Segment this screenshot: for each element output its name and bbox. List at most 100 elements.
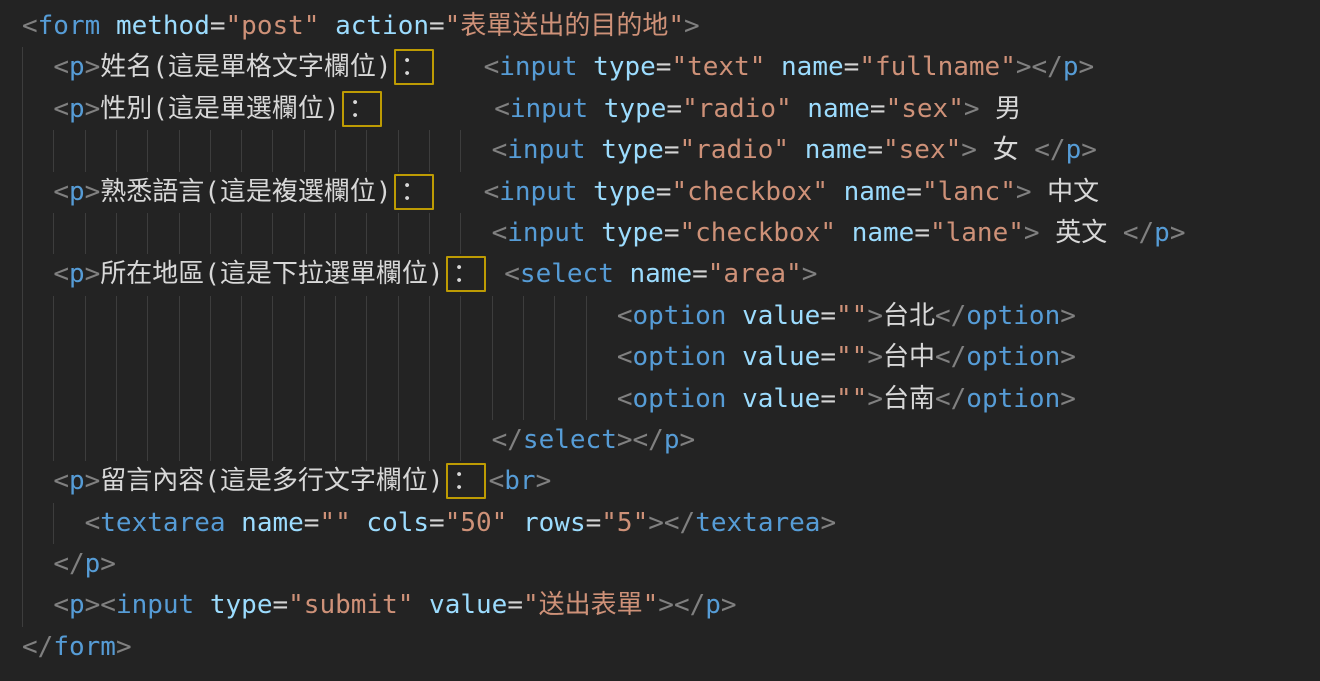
tag-punctuation-token: > — [867, 301, 883, 331]
indent-guide — [272, 337, 273, 378]
attribute-value-token: "" — [319, 508, 350, 538]
tag-punctuation-token: < — [492, 135, 508, 165]
text-token — [437, 177, 484, 207]
text-token: 台北 — [883, 301, 935, 331]
attribute-name-token: type — [601, 218, 664, 248]
equals-token: = — [666, 94, 682, 124]
indent-guide — [22, 47, 23, 88]
tag-punctuation-token: > — [684, 11, 700, 41]
attribute-name-token: value — [742, 384, 820, 414]
attribute-name-token: method — [116, 11, 210, 41]
attribute-value-token: "area" — [708, 259, 802, 289]
tag-punctuation-token: > — [1024, 218, 1040, 248]
attribute-name-token: name — [630, 259, 693, 289]
text-token — [578, 177, 594, 207]
attribute-value-token: "radio" — [679, 135, 789, 165]
text-token — [319, 11, 335, 41]
equals-token: = — [210, 11, 226, 41]
indent-guide — [147, 130, 148, 171]
tag-punctuation-token: </ — [935, 301, 966, 331]
equals-token: = — [914, 218, 930, 248]
indent-guide — [241, 379, 242, 420]
tag-punctuation-token: > — [1016, 177, 1032, 207]
text-token: 性別(這是單選欄位) — [100, 94, 339, 124]
tag-punctuation-token: < — [484, 177, 500, 207]
indentation — [22, 135, 492, 165]
indentation — [22, 94, 53, 124]
attribute-value-token: "50" — [445, 508, 508, 538]
text-token — [385, 94, 495, 124]
text-token: 台中 — [883, 342, 935, 372]
tag-punctuation-token: < — [53, 259, 69, 289]
attribute-value-token: "submit" — [288, 590, 413, 620]
indent-guide — [147, 213, 148, 254]
tag-punctuation-token: < — [617, 342, 633, 372]
indent-guide — [241, 337, 242, 378]
indent-guide — [523, 296, 524, 337]
text-token — [413, 590, 429, 620]
tag-punctuation-token: < — [617, 301, 633, 331]
tag-punctuation-token: </ — [492, 425, 523, 455]
indent-guide — [335, 337, 336, 378]
text-token — [726, 384, 742, 414]
code-line: <form method="post" action="表單送出的目的地"> — [22, 6, 1320, 47]
indent-guide — [53, 213, 54, 254]
attribute-value-token: "sex" — [886, 94, 964, 124]
indent-guide — [116, 420, 117, 461]
tag-punctuation-token: > — [100, 549, 116, 579]
indent-guide — [335, 379, 336, 420]
code-line: <p>性別(這是單選欄位)： <input type="radio" name=… — [22, 89, 1320, 130]
indent-guide — [304, 213, 305, 254]
tag-punctuation-token: </ — [664, 508, 695, 538]
indent-guide — [398, 213, 399, 254]
tag-punctuation-token: < — [53, 466, 69, 496]
tag-punctuation-token: < — [617, 384, 633, 414]
indent-guide — [523, 379, 524, 420]
attribute-value-token: "checkbox" — [671, 177, 828, 207]
tag-name-token: option — [966, 301, 1060, 331]
tag-punctuation-token: > — [1081, 135, 1097, 165]
indent-guide — [304, 420, 305, 461]
attribute-value-token: "5" — [601, 508, 648, 538]
indent-guide — [272, 420, 273, 461]
tag-punctuation-token: < — [85, 508, 101, 538]
text-token: 英文 — [1040, 218, 1123, 248]
indentation — [22, 177, 53, 207]
code-editor[interactable]: <form method="post" action="表單送出的目的地"> <… — [0, 0, 1320, 681]
tag-name-token: br — [504, 466, 535, 496]
attribute-name-token: name — [781, 52, 844, 82]
indent-guide — [335, 420, 336, 461]
attribute-value-token: "sex" — [883, 135, 961, 165]
attribute-value-token: "radio" — [682, 94, 792, 124]
indent-guide — [554, 379, 555, 420]
indent-guide — [85, 130, 86, 171]
indent-guide — [398, 420, 399, 461]
indent-guide — [586, 379, 587, 420]
indent-guide — [304, 296, 305, 337]
indent-guide — [241, 296, 242, 337]
tag-punctuation-token: > — [964, 94, 980, 124]
indent-guide — [366, 130, 367, 171]
tag-name-token: input — [507, 218, 585, 248]
equals-token: = — [844, 52, 860, 82]
indent-guide — [335, 130, 336, 171]
indentation — [22, 425, 492, 455]
tag-punctuation-token: > — [85, 177, 101, 207]
tag-punctuation-token: > — [721, 590, 737, 620]
tag-punctuation-token: > — [679, 425, 695, 455]
code-line: </select></p> — [22, 420, 1320, 461]
indent-guide — [460, 337, 461, 378]
indent-guide — [460, 379, 461, 420]
indent-guide — [429, 213, 430, 254]
tag-punctuation-token: </ — [1034, 135, 1065, 165]
indent-guide — [53, 379, 54, 420]
code-line: <p>所在地區(這是下拉選單欄位)： <select name="area"> — [22, 254, 1320, 295]
indent-guide — [429, 379, 430, 420]
equals-token: = — [867, 135, 883, 165]
attribute-value-token: "" — [836, 384, 867, 414]
attribute-value-token: "送出表單" — [523, 590, 658, 620]
indent-guide — [116, 337, 117, 378]
indent-guide — [335, 296, 336, 337]
text-token — [792, 94, 808, 124]
attribute-name-token: value — [429, 590, 507, 620]
